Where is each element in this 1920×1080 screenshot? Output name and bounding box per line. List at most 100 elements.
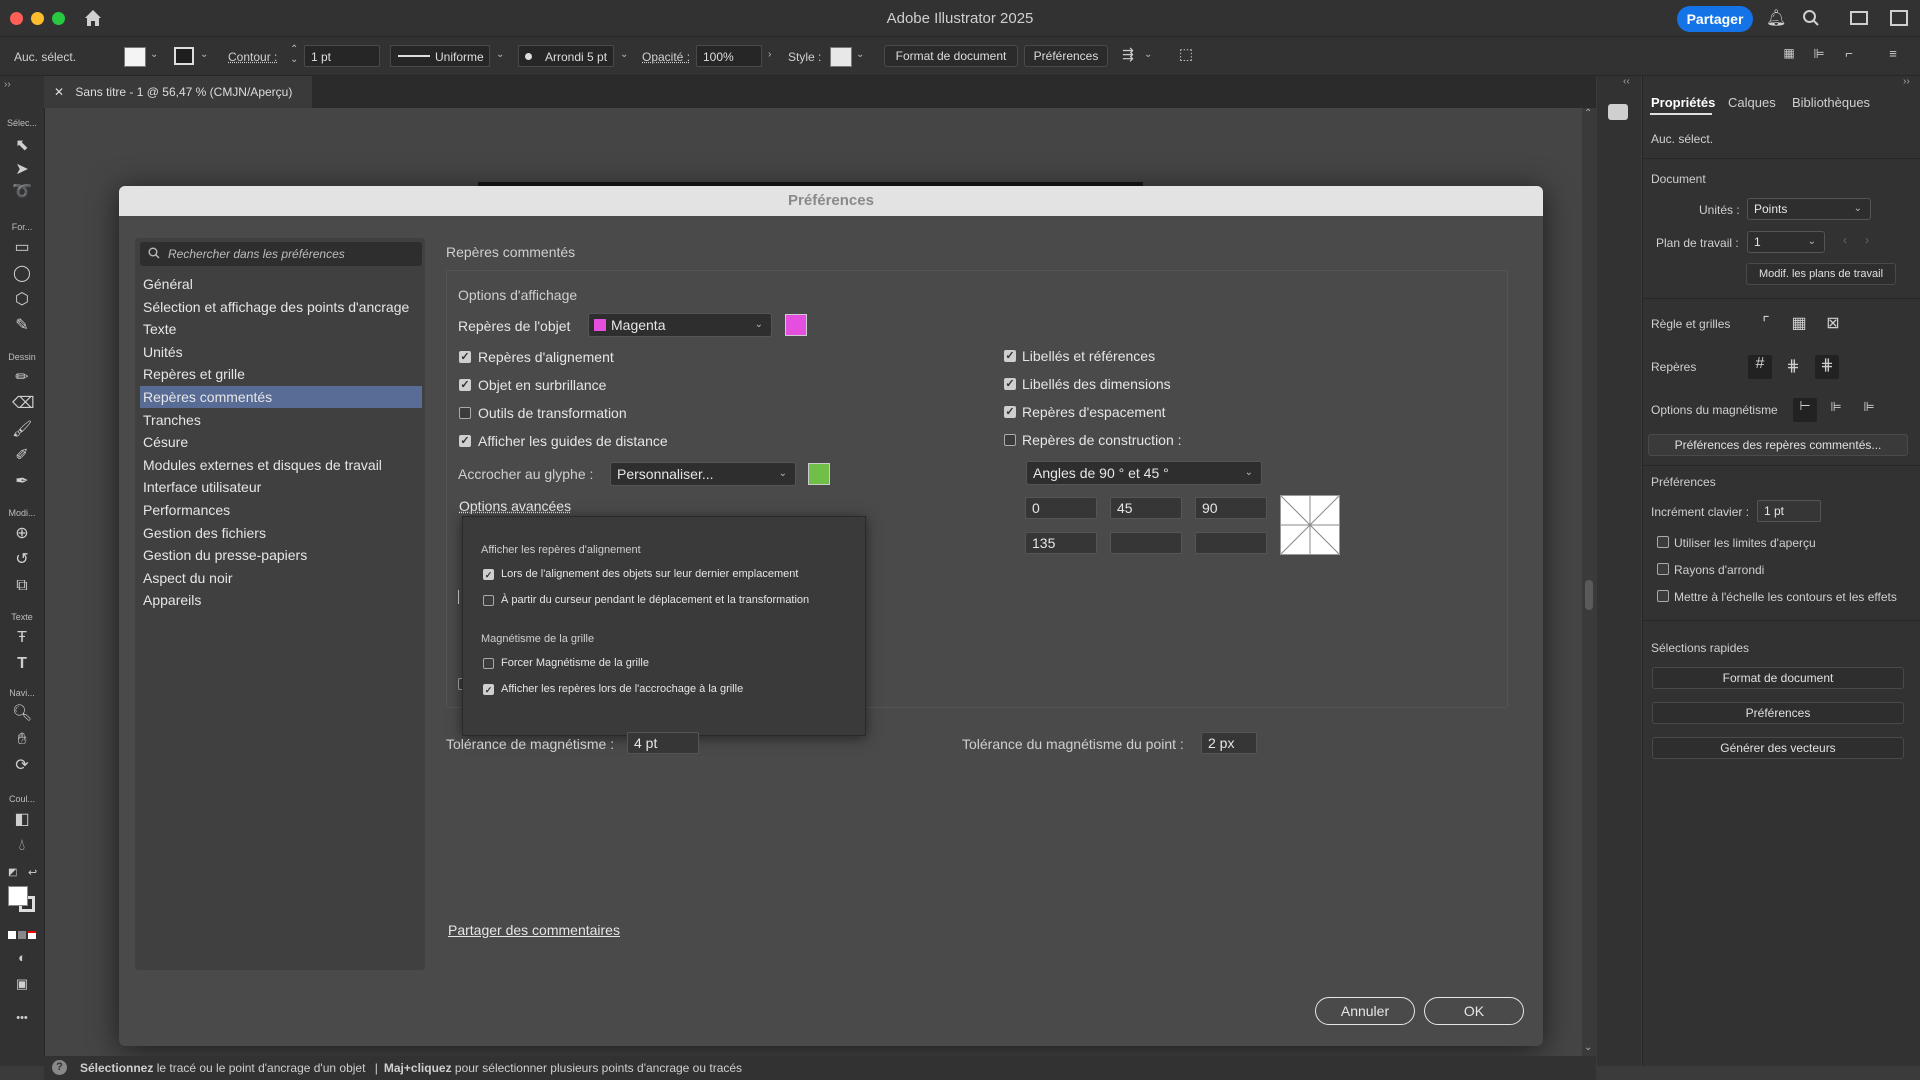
angle-field-4[interactable]: 135: [1025, 532, 1097, 554]
alignment-guides-checkbox[interactable]: ✓: [459, 351, 471, 363]
snap-to-grid-icon[interactable]: ⊫: [1826, 399, 1846, 415]
panel-menu-icon[interactable]: ≡: [1884, 46, 1902, 61]
style-swatch[interactable]: [830, 47, 852, 67]
category-item[interactable]: Gestion du presse-papiers: [140, 544, 422, 566]
snap-to-point-icon[interactable]: ⊢: [1793, 398, 1817, 422]
glyph-snap-swatch[interactable]: [808, 463, 830, 485]
edit-toolbar-icon[interactable]: •••: [12, 1008, 32, 1028]
fill-dropdown-icon[interactable]: ⌄: [150, 49, 158, 60]
spacing-guides-checkbox[interactable]: ✓: [1004, 406, 1016, 418]
category-item[interactable]: Césure: [140, 431, 422, 453]
snap-to-pixel-icon[interactable]: ⊫: [1859, 399, 1879, 415]
align-from-cursor-checkbox[interactable]: [483, 595, 494, 606]
align-left-icon[interactable]: ⊫: [1810, 46, 1828, 62]
show-guides-icon[interactable]: #: [1748, 355, 1772, 379]
screen-mode-icon[interactable]: ▣: [12, 974, 32, 994]
object-guides-swatch[interactable]: [785, 314, 807, 336]
tab-layers[interactable]: Calques: [1728, 95, 1776, 110]
smart-guides-prefs-button[interactable]: Préférences des repères commentés...: [1648, 434, 1908, 456]
stroke-stepper-icon[interactable]: ⌃ ⌄: [290, 45, 298, 65]
expand-panel-icon[interactable]: ››: [1903, 76, 1910, 87]
style-dropdown-icon[interactable]: ⌄: [856, 49, 864, 60]
workspace-switcher-icon[interactable]: [1850, 11, 1868, 25]
snap-tolerance-field[interactable]: 4 pt: [627, 732, 699, 754]
arrange-icon[interactable]: ▦: [1780, 46, 1798, 60]
transform-tools-checkbox[interactable]: [459, 407, 471, 419]
opacity-arrow-icon[interactable]: ›: [768, 49, 771, 60]
transparency-grid-icon[interactable]: ⊠: [1823, 313, 1843, 333]
labels-references-checkbox[interactable]: ✓: [1004, 350, 1016, 362]
corner-radius-checkbox[interactable]: [1657, 563, 1669, 575]
category-item[interactable]: Repères commentés: [140, 386, 422, 408]
gradient-tool-icon[interactable]: ◧: [12, 810, 32, 830]
object-highlighting-checkbox[interactable]: ✓: [459, 379, 471, 391]
opacity-label[interactable]: Opacité :: [642, 50, 690, 64]
object-guides-color-select[interactable]: Magenta ⌄: [588, 313, 772, 337]
none-mode-icon[interactable]: [28, 931, 36, 939]
share-button[interactable]: Partager: [1677, 6, 1753, 32]
category-item[interactable]: Général: [140, 273, 422, 295]
hand-tool-icon[interactable]: ✋︎: [12, 730, 32, 750]
fill-swatch[interactable]: [124, 47, 146, 67]
tab-properties[interactable]: Propriétés: [1651, 95, 1715, 110]
document-tab[interactable]: ✕ Sans titre - 1 @ 56,47 % (CMJN/Aperçu): [44, 76, 312, 108]
stroke-label[interactable]: Contour :: [228, 50, 277, 64]
category-item[interactable]: Interface utilisateur: [140, 476, 422, 498]
category-item[interactable]: Aspect du noir: [140, 567, 422, 589]
lock-guides-icon[interactable]: ⋕: [1783, 356, 1803, 376]
angle-field-1[interactable]: 0: [1025, 497, 1097, 519]
help-icon[interactable]: ?: [52, 1060, 67, 1075]
ok-button[interactable]: OK: [1424, 997, 1524, 1025]
align-dropdown-icon[interactable]: ⌄: [1144, 49, 1152, 60]
direct-selection-tool-icon[interactable]: ➤: [12, 160, 32, 180]
collapse-dock-icon[interactable]: ‹‹: [1623, 76, 1630, 87]
share-comments-link[interactable]: Partager des commentaires: [448, 922, 620, 938]
shaper-tool-icon[interactable]: ✎: [12, 316, 32, 336]
key-increment-field[interactable]: 1 pt: [1757, 500, 1821, 522]
ellipse-tool-icon[interactable]: ◯: [12, 264, 32, 284]
stroke-weight-field[interactable]: 1 pt: [304, 45, 380, 67]
opacity-field[interactable]: 100%: [696, 45, 762, 67]
category-item[interactable]: Gestion des fichiers: [140, 522, 422, 544]
quick-doc-setup-button[interactable]: Format de document: [1652, 667, 1904, 689]
lasso-tool-icon[interactable]: ➰: [12, 182, 32, 202]
ruler-icon[interactable]: ⌜: [1756, 313, 1776, 333]
shape-builder-tool-icon[interactable]: ⊕: [12, 524, 32, 544]
gradient-mode-icon[interactable]: [18, 931, 26, 939]
angle-field-2[interactable]: 45: [1110, 497, 1182, 519]
distance-guides-checkbox[interactable]: ✓: [459, 435, 471, 447]
color-mode-icon[interactable]: [8, 931, 16, 939]
angles-select[interactable]: Angles de 90 ° et 45 ° ⌄: [1026, 461, 1262, 485]
construction-guides-checkbox[interactable]: [1004, 434, 1016, 446]
stroke-swatch[interactable]: [174, 47, 194, 65]
draw-mode-icon[interactable]: ◐: [12, 948, 32, 968]
artboard-select[interactable]: 1 ⌄: [1747, 231, 1825, 253]
tab-libraries[interactable]: Bibliothèques: [1792, 95, 1870, 110]
preferences-search-input[interactable]: Rechercher dans les préférences: [140, 242, 422, 266]
snap-icon[interactable]: ⌐: [1838, 46, 1860, 61]
prev-artboard-icon[interactable]: ‹: [1843, 233, 1847, 247]
touch-type-tool-icon[interactable]: Ŧ: [12, 628, 32, 648]
pen-tool-icon[interactable]: ✒: [12, 472, 32, 492]
cancel-button[interactable]: Annuler: [1315, 997, 1415, 1025]
arrange-documents-icon[interactable]: [1890, 10, 1908, 26]
category-item[interactable]: Unités: [140, 341, 422, 363]
polygon-tool-icon[interactable]: ⬡: [12, 290, 32, 310]
default-colors-icon[interactable]: ◩: [8, 867, 17, 878]
zoom-tool-icon[interactable]: 🔍︎: [12, 704, 32, 724]
comments-icon[interactable]: [1608, 104, 1628, 120]
category-item[interactable]: Tranches: [140, 409, 422, 431]
category-item[interactable]: Performances: [140, 499, 422, 521]
category-item[interactable]: Repères et grille: [140, 363, 422, 385]
dimension-labels-checkbox[interactable]: ✓: [1004, 378, 1016, 390]
pencil-tool-icon[interactable]: ✏: [12, 368, 32, 388]
rotate-tool-icon[interactable]: ↺: [12, 550, 32, 570]
align-last-location-checkbox[interactable]: ✓: [483, 569, 494, 580]
search-icon[interactable]: [1802, 9, 1820, 27]
brush-dropdown-icon[interactable]: ⌄: [620, 49, 628, 60]
show-grid-snap-guides-checkbox[interactable]: ✓: [483, 684, 494, 695]
collapse-toolbar-icon[interactable]: ››: [4, 79, 11, 90]
eraser-tool-icon[interactable]: ⌫: [12, 394, 32, 414]
angle-field-3[interactable]: 90: [1195, 497, 1267, 519]
scroll-up-icon[interactable]: ⌃: [1584, 108, 1592, 119]
